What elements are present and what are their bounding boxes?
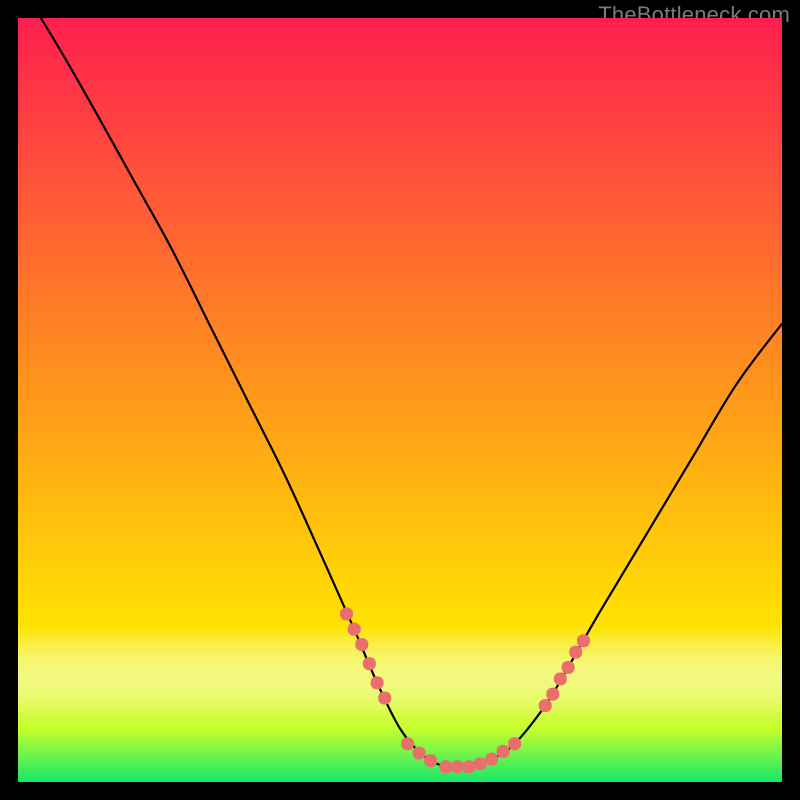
- data-dot: [508, 737, 521, 750]
- curve-layer: [18, 18, 782, 782]
- data-dot: [340, 607, 353, 620]
- chart-stage: TheBottleneck.com: [0, 0, 800, 800]
- data-dot: [371, 676, 384, 689]
- data-dot: [378, 692, 391, 705]
- data-dot: [462, 760, 475, 773]
- data-dot: [355, 638, 368, 651]
- data-dot: [451, 760, 464, 773]
- data-dot: [562, 661, 575, 674]
- data-dot: [474, 757, 487, 770]
- data-dot: [577, 634, 590, 647]
- bottleneck-curve: [41, 18, 782, 768]
- data-dot: [485, 753, 498, 766]
- data-dot: [546, 688, 559, 701]
- data-dot: [554, 672, 567, 685]
- data-dot: [348, 623, 361, 636]
- data-dot: [401, 737, 414, 750]
- data-dot: [413, 747, 426, 760]
- data-dot: [363, 657, 376, 670]
- plot-area: [18, 18, 782, 782]
- data-dot: [569, 646, 582, 659]
- data-dot: [497, 745, 510, 758]
- data-dot: [539, 699, 552, 712]
- data-dot: [439, 760, 452, 773]
- data-dots-group: [340, 607, 590, 773]
- data-dot: [424, 754, 437, 767]
